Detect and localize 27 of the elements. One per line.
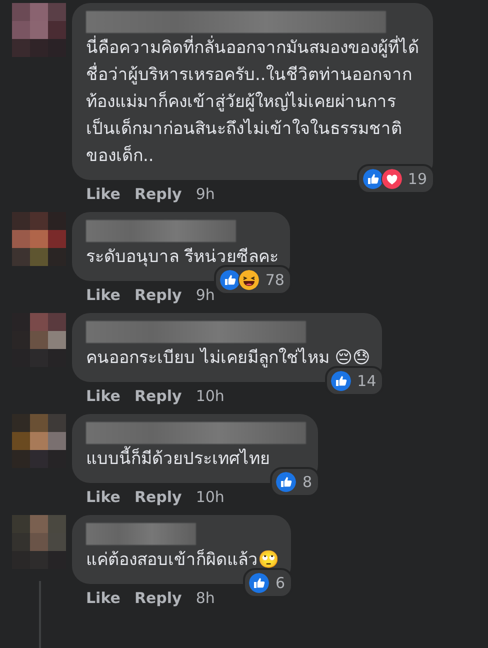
like-icon [275, 471, 298, 493]
reaction-count[interactable]: 8 [270, 467, 320, 497]
reaction-count[interactable]: 6 [243, 568, 293, 598]
action-link[interactable]: Reply [134, 387, 182, 405]
comment-time: 10h [196, 488, 224, 506]
comment-time: 9h [196, 286, 215, 304]
like-icon [248, 572, 270, 594]
action-link[interactable]: Like [86, 488, 120, 506]
comment-time: 10h [196, 387, 224, 405]
like-icon [330, 370, 352, 392]
action-link[interactable]: Like [86, 589, 120, 607]
action-link[interactable]: Reply [134, 488, 182, 506]
action-link[interactable]: Reply [134, 185, 182, 203]
comment-time: 9h [196, 185, 215, 203]
reaction-count[interactable]: 14 [325, 366, 384, 396]
action-link[interactable]: Reply [134, 286, 182, 304]
laughing-face-icon [238, 269, 260, 291]
like-icon [219, 269, 242, 291]
action-link[interactable]: Like [86, 387, 120, 405]
comment-time: 8h [196, 589, 215, 607]
like-icon [362, 168, 384, 190]
action-link[interactable]: Like [86, 185, 120, 203]
reaction-count[interactable]: 78 [214, 265, 292, 295]
action-link[interactable]: Like [86, 286, 120, 304]
heart-icon [380, 168, 403, 190]
reaction-count[interactable]: 19 [356, 164, 435, 194]
action-link[interactable]: Reply [134, 589, 182, 607]
